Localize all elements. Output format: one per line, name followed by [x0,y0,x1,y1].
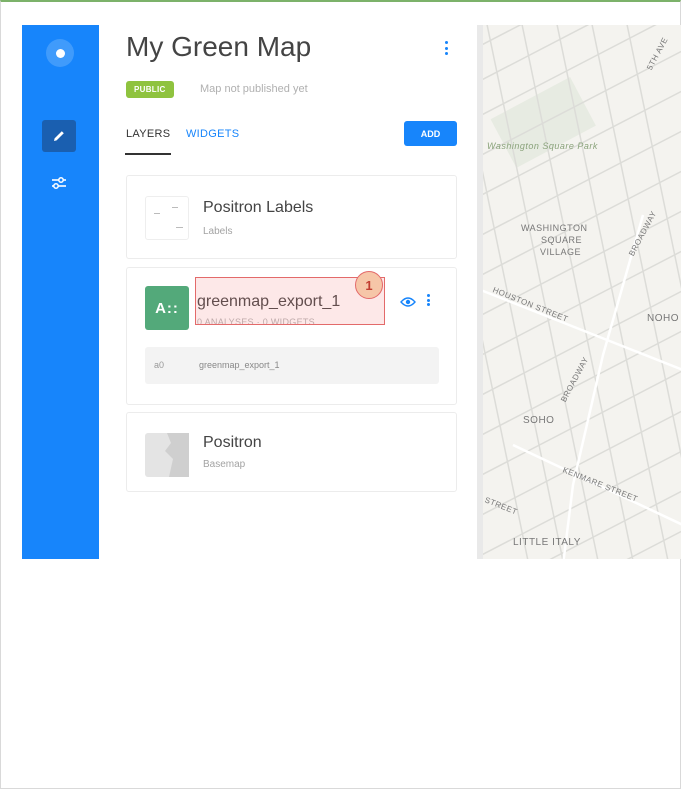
layer-options-menu-icon[interactable] [425,292,431,308]
map-label-wsv-3: VILLAGE [540,247,582,257]
map-label-soho: SOHO [523,415,555,426]
editor-panel: My Green Map PUBLIC Map not published ye… [99,25,481,559]
carto-logo-icon[interactable] [46,39,74,67]
map-label-wsv-2: SQUARE [541,235,583,245]
layer-card-positron-basemap[interactable]: Positron Basemap [126,412,457,492]
layer-card-positron-labels[interactable]: Positron Labels Labels [126,175,457,259]
settings-sliders-icon[interactable] [47,171,71,195]
source-id: a0 [154,360,165,370]
basemap-thumbnail [145,433,189,477]
layer-source-row[interactable]: a0 greenmap_export_1 [145,347,439,384]
app-window: My Green Map PUBLIC Map not published ye… [22,25,681,559]
publish-status: Map not published yet [200,83,308,95]
layer-type: Labels [203,226,233,237]
layer-name[interactable]: Positron [203,434,262,452]
add-layer-button[interactable]: ADD [404,121,457,146]
layer-name[interactable]: Positron Labels [203,199,313,217]
visibility-badge[interactable]: PUBLIC [126,81,174,98]
edit-pencil-icon[interactable] [42,120,76,152]
map-label-little-italy: LITTLE ITALY [513,537,581,548]
map-title[interactable]: My Green Map [126,31,311,63]
source-name: greenmap_export_1 [199,360,280,370]
active-tab-indicator [125,153,171,155]
layer-letter-thumbnail: A:: [145,286,189,330]
map-label-park: Washington Square Park [487,141,598,151]
map-canvas[interactable]: Washington Square Park WASHINGTON SQUARE… [483,25,681,559]
eye-visibility-icon[interactable] [400,295,416,307]
labels-layer-thumbnail [145,196,189,240]
map-label-noho: NOHO [647,313,679,324]
step-number-badge: 1 [355,271,383,299]
left-nav-rail [22,25,99,559]
tab-widgets[interactable]: WIDGETS [186,128,239,140]
tab-layers[interactable]: LAYERS [126,128,170,140]
layer-type: Basemap [203,459,246,470]
map-label-wsv-1: WASHINGTON [521,223,588,233]
map-options-menu-icon[interactable] [441,39,451,57]
